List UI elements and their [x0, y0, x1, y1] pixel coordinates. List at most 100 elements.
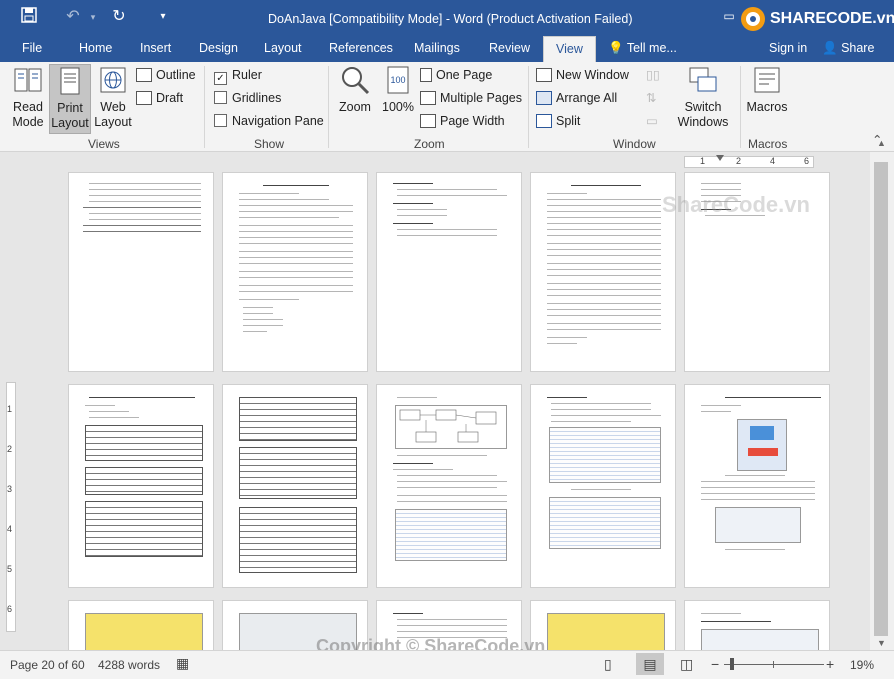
draft-icon: [136, 91, 152, 105]
ruler-number: 2: [736, 156, 742, 166]
page-thumbnail[interactable]: [684, 600, 830, 650]
page-icon: [60, 67, 80, 95]
zoom-in-button[interactable]: +: [826, 656, 834, 672]
tab-mailings[interactable]: Mailings: [414, 41, 460, 55]
print-layout-button[interactable]: Print Layout: [49, 64, 91, 134]
one-page-button[interactable]: One Page: [420, 67, 492, 83]
undo-dropdown-icon[interactable]: ▾: [82, 7, 104, 27]
outline-icon: [136, 68, 152, 82]
split-button[interactable]: Split: [536, 113, 580, 129]
arrange-all-icon: [536, 91, 552, 105]
document-area[interactable]: ShareCode.vn ShareCode.vn Copyright © Sh…: [20, 172, 866, 650]
web-layout-button[interactable]: Web Layout: [92, 64, 134, 130]
page-thumbnail[interactable]: [530, 384, 676, 588]
scroll-down-icon[interactable]: ▼: [877, 638, 886, 648]
vruler-number: 3: [7, 484, 13, 494]
page-width-button[interactable]: Page Width: [420, 113, 505, 129]
switch-windows-button[interactable]: Switch Windows: [672, 64, 734, 130]
share-button[interactable]: 👤 Share: [822, 41, 874, 56]
horizontal-ruler: 1 2 4 6: [0, 152, 894, 172]
word-count[interactable]: 4288 words: [98, 658, 160, 672]
tab-home[interactable]: Home: [79, 41, 112, 55]
macros-group-label: Macros: [748, 137, 788, 151]
checkmark-icon: ✓: [214, 72, 227, 85]
tab-review[interactable]: Review: [489, 41, 530, 55]
one-page-label: One Page: [436, 68, 493, 82]
multiple-pages-button[interactable]: Multiple Pages: [420, 90, 522, 106]
new-window-button[interactable]: New Window: [536, 67, 629, 83]
page-thumbnail[interactable]: [222, 384, 368, 588]
tab-insert[interactable]: Insert: [140, 41, 171, 55]
zoom-label: Zoom: [339, 100, 371, 114]
sign-in-link[interactable]: Sign in: [769, 41, 807, 55]
vruler-number: 5: [7, 564, 13, 574]
page-thumbnail[interactable]: [68, 384, 214, 588]
page-indicator[interactable]: Page 20 of 60: [10, 658, 85, 672]
chevron-down-icon[interactable]: ▾: [152, 7, 174, 27]
zoom-slider-thumb[interactable]: [730, 658, 734, 670]
page-thumbnail[interactable]: [376, 172, 522, 372]
tab-references[interactable]: References: [329, 41, 393, 55]
separator: [204, 66, 205, 148]
outline-label: Outline: [156, 68, 196, 82]
zoom-100-button[interactable]: 100 100%: [380, 64, 416, 115]
draft-button[interactable]: Draft: [136, 90, 183, 106]
page-thumbnail[interactable]: [68, 172, 214, 372]
page-thumbnail[interactable]: [376, 384, 522, 588]
ruler-checkbox[interactable]: ✓ Ruler: [214, 67, 262, 85]
page-thumbnail[interactable]: [530, 172, 676, 372]
scrollbar-thumb[interactable]: [874, 162, 888, 636]
draft-label: Draft: [156, 91, 184, 105]
window-group-label: Window: [613, 137, 656, 151]
outline-button[interactable]: Outline: [136, 67, 196, 83]
synchronous-scrolling-icon[interactable]: ⇅: [646, 90, 656, 106]
tab-file[interactable]: File: [22, 41, 42, 55]
page-thumbnail[interactable]: [222, 172, 368, 372]
print-layout-view-icon[interactable]: ▤: [636, 653, 664, 675]
macros-button[interactable]: Macros: [744, 64, 790, 115]
ribbon: Read Mode Print Layout Web Layout Outlin…: [0, 62, 894, 152]
print-layout-label: Print Layout: [51, 101, 89, 130]
tell-me-box[interactable]: 💡 Tell me...: [608, 41, 677, 56]
zoom-level[interactable]: 19%: [850, 658, 874, 672]
multiple-pages-label: Multiple Pages: [440, 91, 522, 105]
title-bar: ↶ ▾ ↻ ▾ DoAnJava [Compatibility Mode] - …: [0, 0, 894, 36]
tab-layout[interactable]: Layout: [264, 41, 302, 55]
arrange-all-button[interactable]: Arrange All: [536, 90, 617, 106]
zoom-slider[interactable]: [724, 658, 824, 670]
read-mode-view-icon[interactable]: ▯: [604, 656, 612, 673]
zoom-out-button[interactable]: −: [711, 656, 719, 672]
reset-window-position-icon[interactable]: ▭: [646, 113, 658, 129]
page-width-icon: [420, 114, 436, 128]
page-thumbnail[interactable]: [684, 384, 830, 588]
zoom-button[interactable]: Zoom: [336, 64, 374, 115]
hundred-percent-icon: 100: [387, 66, 409, 94]
vertical-scrollbar[interactable]: ▲ ▼: [870, 138, 894, 650]
redo-icon[interactable]: ↻: [108, 7, 130, 27]
show-group-label: Show: [254, 137, 285, 151]
page-thumbnail[interactable]: [68, 600, 214, 650]
save-icon[interactable]: [18, 7, 40, 29]
ruler-label: Ruler: [232, 68, 262, 82]
tab-design[interactable]: Design: [199, 41, 238, 55]
undo-icon[interactable]: ↶: [62, 7, 84, 27]
gridlines-checkbox[interactable]: Gridlines: [214, 90, 281, 106]
read-mode-button[interactable]: Read Mode: [6, 64, 50, 130]
vruler-track: [6, 382, 16, 632]
proofing-icon[interactable]: ▦: [176, 655, 189, 672]
page-thumbnail[interactable]: [530, 600, 676, 650]
navigation-pane-checkbox[interactable]: Navigation Pane: [214, 113, 324, 129]
view-side-by-side-icon[interactable]: ▯▯: [646, 67, 660, 83]
arrange-all-label: Arrange All: [556, 91, 618, 105]
one-page-icon: [420, 68, 432, 82]
web-layout-view-icon[interactable]: ◫: [680, 656, 693, 673]
tell-me-label: Tell me...: [626, 41, 677, 55]
ruler-number: 6: [804, 156, 810, 166]
read-mode-label: Read Mode: [12, 100, 44, 129]
vruler-number: 4: [7, 524, 13, 534]
scroll-up-icon[interactable]: ▲: [877, 138, 886, 148]
separator: [328, 66, 329, 148]
tab-view[interactable]: View: [543, 36, 596, 62]
zoom-group-label: Zoom: [414, 137, 445, 151]
indent-marker[interactable]: [716, 155, 724, 161]
